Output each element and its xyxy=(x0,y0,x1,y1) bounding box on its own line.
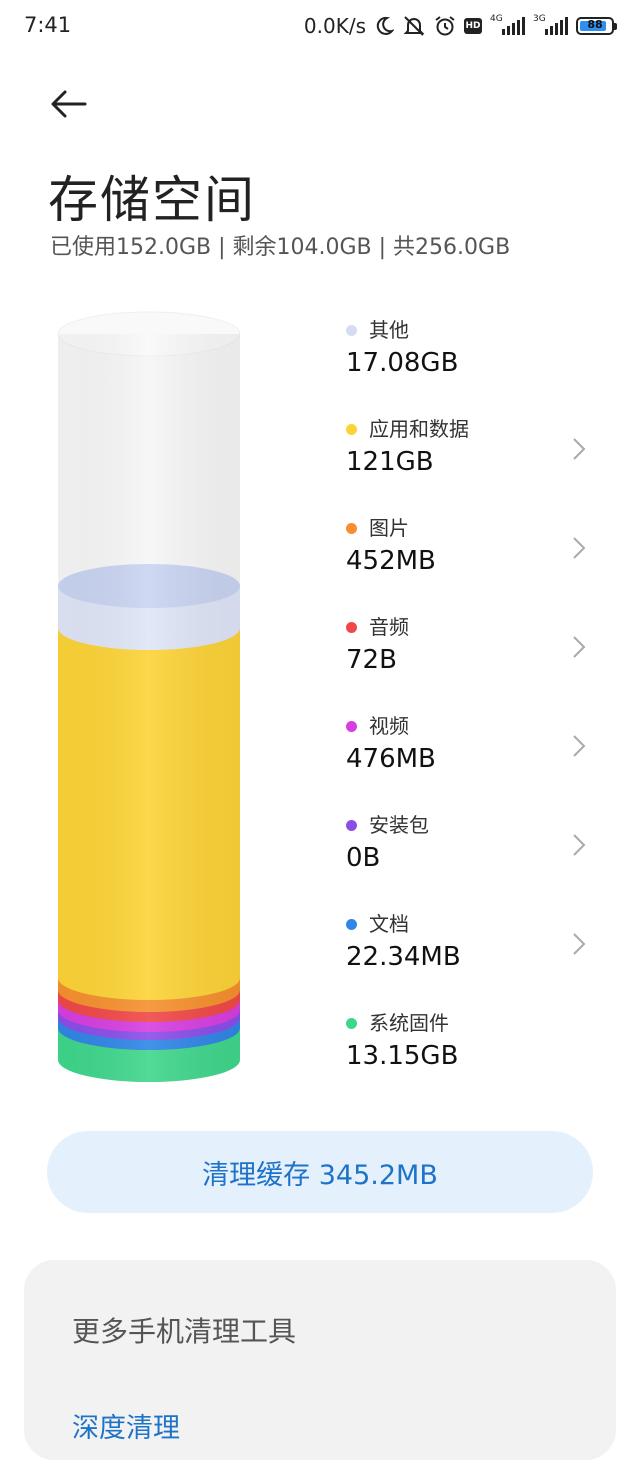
legend-item-audio[interactable]: 音频 72B xyxy=(342,611,592,685)
chevron-right-icon xyxy=(573,636,586,658)
arrow-left-icon xyxy=(51,90,87,118)
legend-dot xyxy=(346,919,357,930)
more-tools-title: 更多手机清理工具 xyxy=(72,1315,297,1348)
legend-label: 视频 xyxy=(369,714,409,738)
legend-item-pictures[interactable]: 图片 452MB xyxy=(342,512,592,586)
storage-cylinder xyxy=(58,311,240,1082)
clean-cache-button[interactable]: 清理缓存 345.2MB xyxy=(47,1131,593,1213)
legend-value: 121GB xyxy=(346,447,434,477)
page-title: 存储空间 xyxy=(48,171,256,229)
legend-value: 22.34MB xyxy=(346,942,461,972)
legend-label: 音频 xyxy=(369,615,409,639)
legend-dot xyxy=(346,523,357,534)
legend-item-other: 其他 17.08GB xyxy=(342,314,592,388)
signal-3g-icon: 3G xyxy=(533,14,568,35)
legend-dot xyxy=(346,820,357,831)
legend-item-packages[interactable]: 安装包 0B xyxy=(342,809,592,883)
status-icons: 0.0K/s HD 4G 3G 88 xyxy=(303,12,617,40)
legend-label: 文档 xyxy=(369,912,409,936)
legend-item-system: 系统固件 13.15GB xyxy=(342,1007,592,1081)
hd-icon: HD xyxy=(464,18,482,34)
mute-icon xyxy=(402,15,426,37)
more-tools-card: 更多手机清理工具 深度清理 xyxy=(24,1260,616,1460)
signal-4g-icon: 4G xyxy=(490,14,525,35)
chevron-right-icon xyxy=(573,537,586,559)
legend-label: 系统固件 xyxy=(369,1011,449,1035)
legend-item-apps[interactable]: 应用和数据 121GB xyxy=(342,413,592,487)
chevron-right-icon xyxy=(573,438,586,460)
battery-icon: 88 xyxy=(576,17,617,35)
status-bar: 7:41 0.0K/s HD 4G 3G 88 xyxy=(0,0,640,52)
legend-value: 476MB xyxy=(346,744,436,774)
legend-item-video[interactable]: 视频 476MB xyxy=(342,710,592,784)
back-button[interactable] xyxy=(44,82,94,126)
legend-label: 其他 xyxy=(369,318,409,342)
legend-item-documents[interactable]: 文档 22.34MB xyxy=(342,908,592,982)
legend-dot xyxy=(346,622,357,633)
status-time: 7:41 xyxy=(24,13,72,37)
legend-value: 452MB xyxy=(346,546,436,576)
chevron-right-icon xyxy=(573,933,586,955)
chevron-right-icon xyxy=(573,735,586,757)
legend-value: 17.08GB xyxy=(346,348,459,378)
legend-dot xyxy=(346,721,357,732)
legend-value: 0B xyxy=(346,843,381,873)
legend-dot xyxy=(346,1018,357,1029)
signal-3g-label: 3G xyxy=(533,14,546,24)
network-speed: 0.0K/s xyxy=(303,14,366,38)
chevron-right-icon xyxy=(573,834,586,856)
legend-label: 图片 xyxy=(369,516,409,540)
legend-dot xyxy=(346,424,357,435)
moon-icon xyxy=(374,16,394,36)
signal-4g-label: 4G xyxy=(490,14,503,24)
legend-value: 13.15GB xyxy=(346,1041,459,1071)
legend-label: 应用和数据 xyxy=(369,417,469,441)
legend-dot xyxy=(346,325,357,336)
deep-clean-link[interactable]: 深度清理 xyxy=(72,1406,180,1445)
battery-level: 88 xyxy=(587,18,603,31)
legend-value: 72B xyxy=(346,645,397,675)
alarm-icon xyxy=(434,15,456,37)
legend-label: 安装包 xyxy=(369,813,429,837)
storage-summary: 已使用152.0GB | 剩余104.0GB | 共256.0GB xyxy=(50,235,511,260)
